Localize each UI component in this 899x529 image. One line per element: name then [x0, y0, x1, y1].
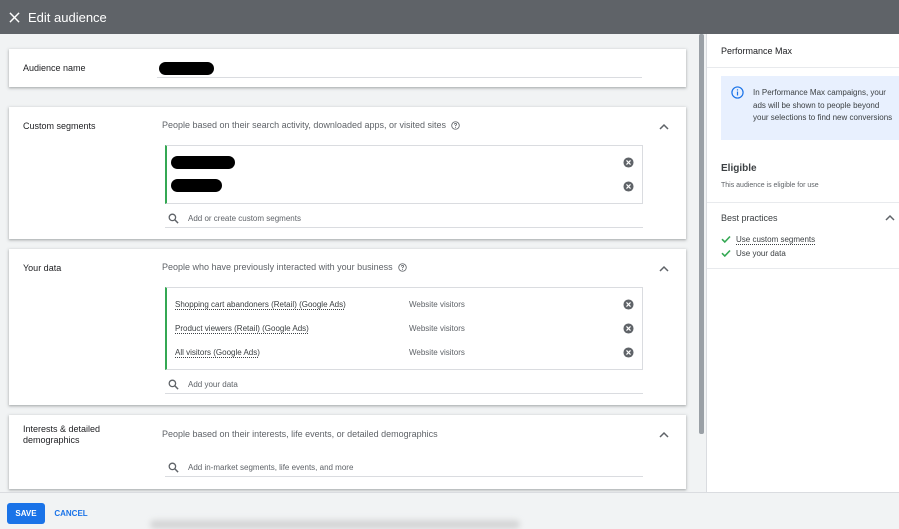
list-item: All visitors (Google Ads) Website visito… — [175, 344, 634, 360]
your-data-card: Your data People who have previously int… — [9, 249, 686, 405]
help-icon[interactable] — [397, 262, 407, 272]
interests-card: Interests & detailed demographics People… — [9, 415, 686, 489]
remove-segment-button[interactable] — [623, 298, 634, 310]
list-item — [171, 154, 634, 170]
collapse-custom-segments-button[interactable] — [657, 119, 671, 133]
selected-custom-segments — [165, 145, 643, 204]
data-segment-type: Website visitors — [409, 347, 465, 357]
divider — [707, 67, 899, 68]
dialog-header: Edit audience — [0, 0, 899, 34]
close-button[interactable] — [3, 6, 25, 28]
best-practice-item: Use your data — [721, 247, 786, 259]
your-data-search[interactable] — [165, 376, 643, 394]
check-icon — [721, 249, 731, 258]
chevron-up-icon — [659, 123, 669, 130]
save-button[interactable]: SAVE — [7, 503, 45, 524]
custom-segments-search-input[interactable] — [188, 214, 628, 223]
best-practice-link[interactable]: Use custom segments — [736, 235, 815, 244]
custom-segments-description: People based on their search activity, d… — [162, 120, 460, 130]
divider — [707, 268, 899, 269]
info-icon — [731, 86, 744, 99]
chevron-up-icon — [885, 214, 895, 221]
collapse-your-data-button[interactable] — [657, 261, 671, 275]
redacted-text — [159, 62, 214, 75]
remove-icon — [623, 156, 634, 168]
info-text: In Performance Max campaigns, your ads w… — [753, 88, 893, 122]
audience-name-input[interactable] — [157, 61, 642, 78]
custom-segments-search[interactable] — [165, 210, 643, 228]
audience-name-card: Audience name — [9, 49, 686, 87]
search-icon — [168, 462, 179, 473]
collapse-best-practices-button[interactable] — [883, 210, 897, 224]
custom-segments-card: Custom segments People based on their se… — [9, 107, 686, 239]
list-item: Product viewers (Retail) (Google Ads) We… — [175, 320, 634, 336]
remove-icon — [623, 298, 634, 310]
check-icon — [721, 235, 731, 244]
your-data-description-text: People who have previously interacted wi… — [162, 262, 393, 272]
status-title: Eligible — [721, 163, 757, 174]
dialog-title: Edit audience — [28, 9, 107, 25]
interests-search-input[interactable] — [188, 463, 628, 472]
main-scrollbar[interactable] — [699, 34, 704, 434]
data-segment-name[interactable]: All visitors (Google Ads) — [175, 348, 409, 357]
audience-name-label: Audience name — [23, 63, 86, 73]
info-callout: In Performance Max campaigns, your ads w… — [721, 76, 899, 140]
data-segment-name[interactable]: Product viewers (Retail) (Google Ads) — [175, 324, 409, 333]
list-item — [171, 178, 634, 194]
side-panel: Performance Max In Performance Max campa… — [706, 34, 899, 492]
remove-icon — [623, 346, 634, 358]
cancel-button[interactable]: CANCEL — [52, 503, 90, 524]
your-data-search-input[interactable] — [188, 380, 628, 389]
help-icon[interactable] — [451, 120, 460, 130]
status-subtitle: This audience is eligible for use — [721, 182, 819, 189]
data-segment-type: Website visitors — [409, 299, 465, 309]
redacted-text — [171, 156, 235, 169]
best-practice-label: Use your data — [736, 248, 786, 258]
data-segment-type: Website visitors — [409, 323, 465, 333]
search-icon — [168, 379, 179, 390]
your-data-description: People who have previously interacted wi… — [162, 262, 407, 272]
custom-segments-description-text: People based on their search activity, d… — [162, 120, 446, 130]
remove-segment-button[interactable] — [623, 322, 634, 334]
redacted-text — [171, 179, 222, 192]
remove-icon — [623, 322, 634, 334]
search-icon — [168, 213, 179, 224]
main-content: Audience name Custom segments People bas… — [0, 34, 703, 492]
interests-description-text: People based on their interests, life ev… — [162, 429, 438, 439]
data-segment-name[interactable]: Shopping cart abandoners (Retail) (Googl… — [175, 300, 409, 309]
selected-your-data: Shopping cart abandoners (Retail) (Googl… — [165, 287, 643, 370]
interests-search[interactable] — [165, 459, 643, 477]
remove-segment-button[interactable] — [623, 180, 634, 192]
remove-icon — [623, 180, 634, 192]
chevron-up-icon — [659, 265, 669, 272]
collapse-interests-button[interactable] — [657, 427, 671, 441]
custom-segments-label: Custom segments — [23, 121, 96, 131]
best-practice-item: Use custom segments — [721, 233, 815, 245]
interests-description: People based on their interests, life ev… — [162, 429, 438, 439]
interests-label: Interests & detailed demographics — [23, 424, 101, 445]
divider — [707, 202, 899, 203]
side-panel-title: Performance Max — [721, 46, 793, 56]
blurred-artifact — [150, 520, 520, 529]
remove-segment-button[interactable] — [623, 156, 634, 168]
list-item: Shopping cart abandoners (Retail) (Googl… — [175, 296, 634, 312]
chevron-up-icon — [659, 431, 669, 438]
close-icon — [8, 11, 20, 23]
your-data-label: Your data — [23, 263, 62, 273]
best-practices-title: Best practices — [721, 213, 778, 223]
remove-segment-button[interactable] — [623, 346, 634, 358]
